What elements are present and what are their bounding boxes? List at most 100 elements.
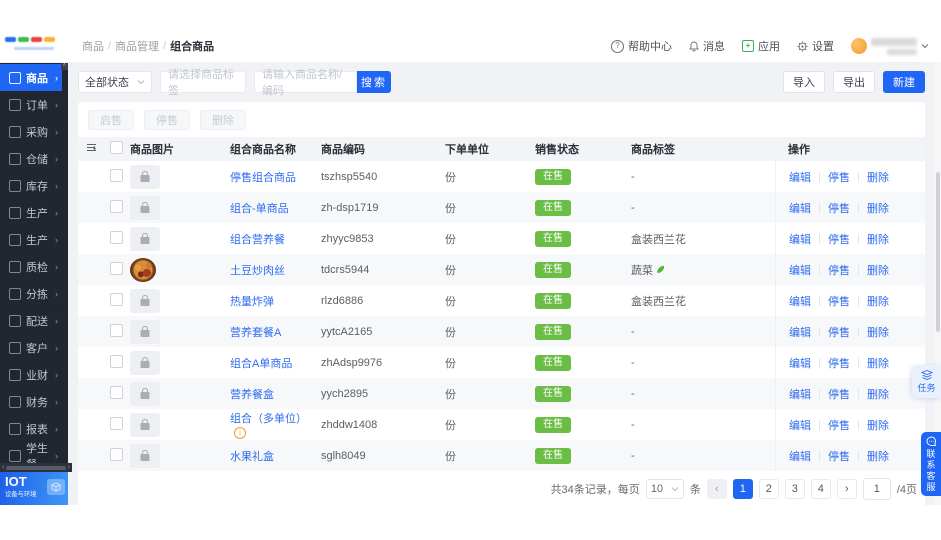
- bulk-enable-button[interactable]: 启售: [88, 110, 134, 130]
- tag-filter-input[interactable]: 请选择商品标签: [160, 69, 246, 97]
- delete-link[interactable]: 删除: [867, 200, 889, 216]
- scrollbar-thumb[interactable]: [936, 172, 940, 332]
- page-button-4[interactable]: 4: [810, 479, 831, 499]
- sidebar-scroll-up[interactable]: ˄: [61, 62, 68, 70]
- row-checkbox[interactable]: [110, 354, 123, 368]
- product-thumbnail-placeholder[interactable]: [130, 226, 160, 251]
- row-checkbox[interactable]: [110, 230, 123, 244]
- page-button-3[interactable]: 3: [784, 479, 805, 499]
- page-button-1[interactable]: 1: [732, 479, 753, 499]
- edit-link[interactable]: 编辑: [789, 231, 811, 247]
- edit-link[interactable]: 编辑: [789, 417, 811, 433]
- delete-link[interactable]: 删除: [867, 448, 889, 464]
- page-jump-input[interactable]: 1: [862, 478, 891, 500]
- product-thumbnail-placeholder[interactable]: [130, 164, 160, 189]
- sidebar-item-2[interactable]: 采购: [0, 118, 62, 145]
- product-name-link[interactable]: 营养餐盒: [230, 389, 274, 401]
- keyword-search-input[interactable]: 请输入商品名称/编码: [254, 69, 357, 97]
- sidebar-item-7[interactable]: 质检: [0, 253, 62, 280]
- search-button[interactable]: 搜索: [357, 71, 391, 93]
- stop-sale-link[interactable]: 停售: [828, 200, 850, 216]
- product-name-link[interactable]: 组合（多单位）: [230, 413, 307, 425]
- hscroll-left-arrow[interactable]: ‹: [2, 464, 4, 471]
- product-name-link[interactable]: 组合-单商品: [230, 203, 289, 215]
- stop-sale-link[interactable]: 停售: [828, 355, 850, 371]
- edit-link[interactable]: 编辑: [789, 324, 811, 340]
- row-checkbox[interactable]: [110, 292, 123, 306]
- row-checkbox[interactable]: [110, 323, 123, 337]
- page-button-2[interactable]: 2: [758, 479, 779, 499]
- row-checkbox[interactable]: [110, 385, 123, 399]
- product-thumbnail-placeholder[interactable]: [130, 381, 160, 406]
- sidebar-hscrollbar[interactable]: ‹ ›: [0, 463, 72, 472]
- stop-sale-link[interactable]: 停售: [828, 448, 850, 464]
- product-name-link[interactable]: 组合A单商品: [230, 358, 292, 370]
- status-filter-select[interactable]: 全部状态: [78, 71, 152, 93]
- stop-sale-link[interactable]: 停售: [828, 262, 850, 278]
- breadcrumb-item[interactable]: 商品: [82, 38, 104, 54]
- stop-sale-link[interactable]: 停售: [828, 169, 850, 185]
- bulk-disable-button[interactable]: 停售: [144, 110, 190, 130]
- stop-sale-link[interactable]: 停售: [828, 231, 850, 247]
- sidebar-item-9[interactable]: 配送: [0, 307, 62, 334]
- edit-link[interactable]: 编辑: [789, 293, 811, 309]
- delete-link[interactable]: 删除: [867, 231, 889, 247]
- row-checkbox[interactable]: [110, 416, 123, 430]
- contact-support-button[interactable]: 联系客服: [921, 432, 941, 496]
- prev-page-button[interactable]: ‹: [706, 479, 727, 499]
- user-menu[interactable]: [851, 37, 929, 55]
- edit-link[interactable]: 编辑: [789, 448, 811, 464]
- product-thumbnail-placeholder[interactable]: [130, 319, 160, 344]
- sidebar-item-10[interactable]: 客户: [0, 334, 62, 361]
- edit-link[interactable]: 编辑: [789, 200, 811, 216]
- messages-button[interactable]: 消息: [689, 38, 725, 54]
- product-name-link[interactable]: 营养套餐A: [230, 327, 281, 339]
- row-checkbox[interactable]: [110, 261, 123, 275]
- row-checkbox[interactable]: [110, 168, 123, 182]
- breadcrumb-item[interactable]: 商品管理: [115, 38, 159, 54]
- stop-sale-link[interactable]: 停售: [828, 417, 850, 433]
- hscroll-right-arrow[interactable]: ›: [68, 464, 70, 471]
- product-name-link[interactable]: 土豆炒肉丝: [230, 265, 285, 277]
- column-settings-icon[interactable]: [86, 142, 110, 156]
- help-center-button[interactable]: ? 帮助中心: [611, 38, 672, 54]
- product-thumbnail-placeholder[interactable]: [130, 350, 160, 375]
- delete-link[interactable]: 删除: [867, 417, 889, 433]
- product-thumbnail-placeholder[interactable]: [130, 195, 160, 220]
- delete-link[interactable]: 删除: [867, 293, 889, 309]
- product-thumbnail-placeholder[interactable]: [130, 443, 160, 468]
- delete-link[interactable]: 删除: [867, 355, 889, 371]
- select-all-checkbox[interactable]: [110, 141, 123, 154]
- edit-link[interactable]: 编辑: [789, 169, 811, 185]
- sidebar-item-0[interactable]: 商品: [0, 64, 62, 91]
- sidebar-item-12[interactable]: 财务: [0, 388, 62, 415]
- sidebar-item-8[interactable]: 分拣: [0, 280, 62, 307]
- delete-link[interactable]: 删除: [867, 262, 889, 278]
- sidebar-item-3[interactable]: 仓储: [0, 145, 62, 172]
- stop-sale-link[interactable]: 停售: [828, 293, 850, 309]
- sidebar-item-1[interactable]: 订单: [0, 91, 62, 118]
- apps-button[interactable]: + 应用: [742, 38, 780, 54]
- edit-link[interactable]: 编辑: [789, 262, 811, 278]
- product-name-link[interactable]: 停售组合商品: [230, 172, 296, 184]
- next-page-button[interactable]: ›: [836, 479, 857, 499]
- product-thumbnail-placeholder[interactable]: [130, 288, 160, 313]
- sidebar-item-6[interactable]: 生产: [0, 226, 62, 253]
- bulk-delete-button[interactable]: 删除: [200, 110, 246, 130]
- delete-link[interactable]: 删除: [867, 386, 889, 402]
- product-name-link[interactable]: 水果礼盒: [230, 451, 274, 463]
- edit-link[interactable]: 编辑: [789, 355, 811, 371]
- export-button[interactable]: 导出: [833, 71, 875, 93]
- product-name-link[interactable]: 热量炸弹: [230, 296, 274, 308]
- product-name-link[interactable]: 组合营养餐: [230, 234, 285, 246]
- edit-link[interactable]: 编辑: [789, 386, 811, 402]
- product-thumbnail-placeholder[interactable]: [130, 412, 160, 437]
- product-photo[interactable]: [130, 257, 156, 282]
- stop-sale-link[interactable]: 停售: [828, 324, 850, 340]
- sidebar-item-11[interactable]: 业财: [0, 361, 62, 388]
- page-size-select[interactable]: 10: [645, 479, 684, 499]
- stop-sale-link[interactable]: 停售: [828, 386, 850, 402]
- create-button[interactable]: 新建: [883, 71, 925, 93]
- brand-logo[interactable]: [0, 30, 68, 62]
- sidebar-item-5[interactable]: 生产: [0, 199, 62, 226]
